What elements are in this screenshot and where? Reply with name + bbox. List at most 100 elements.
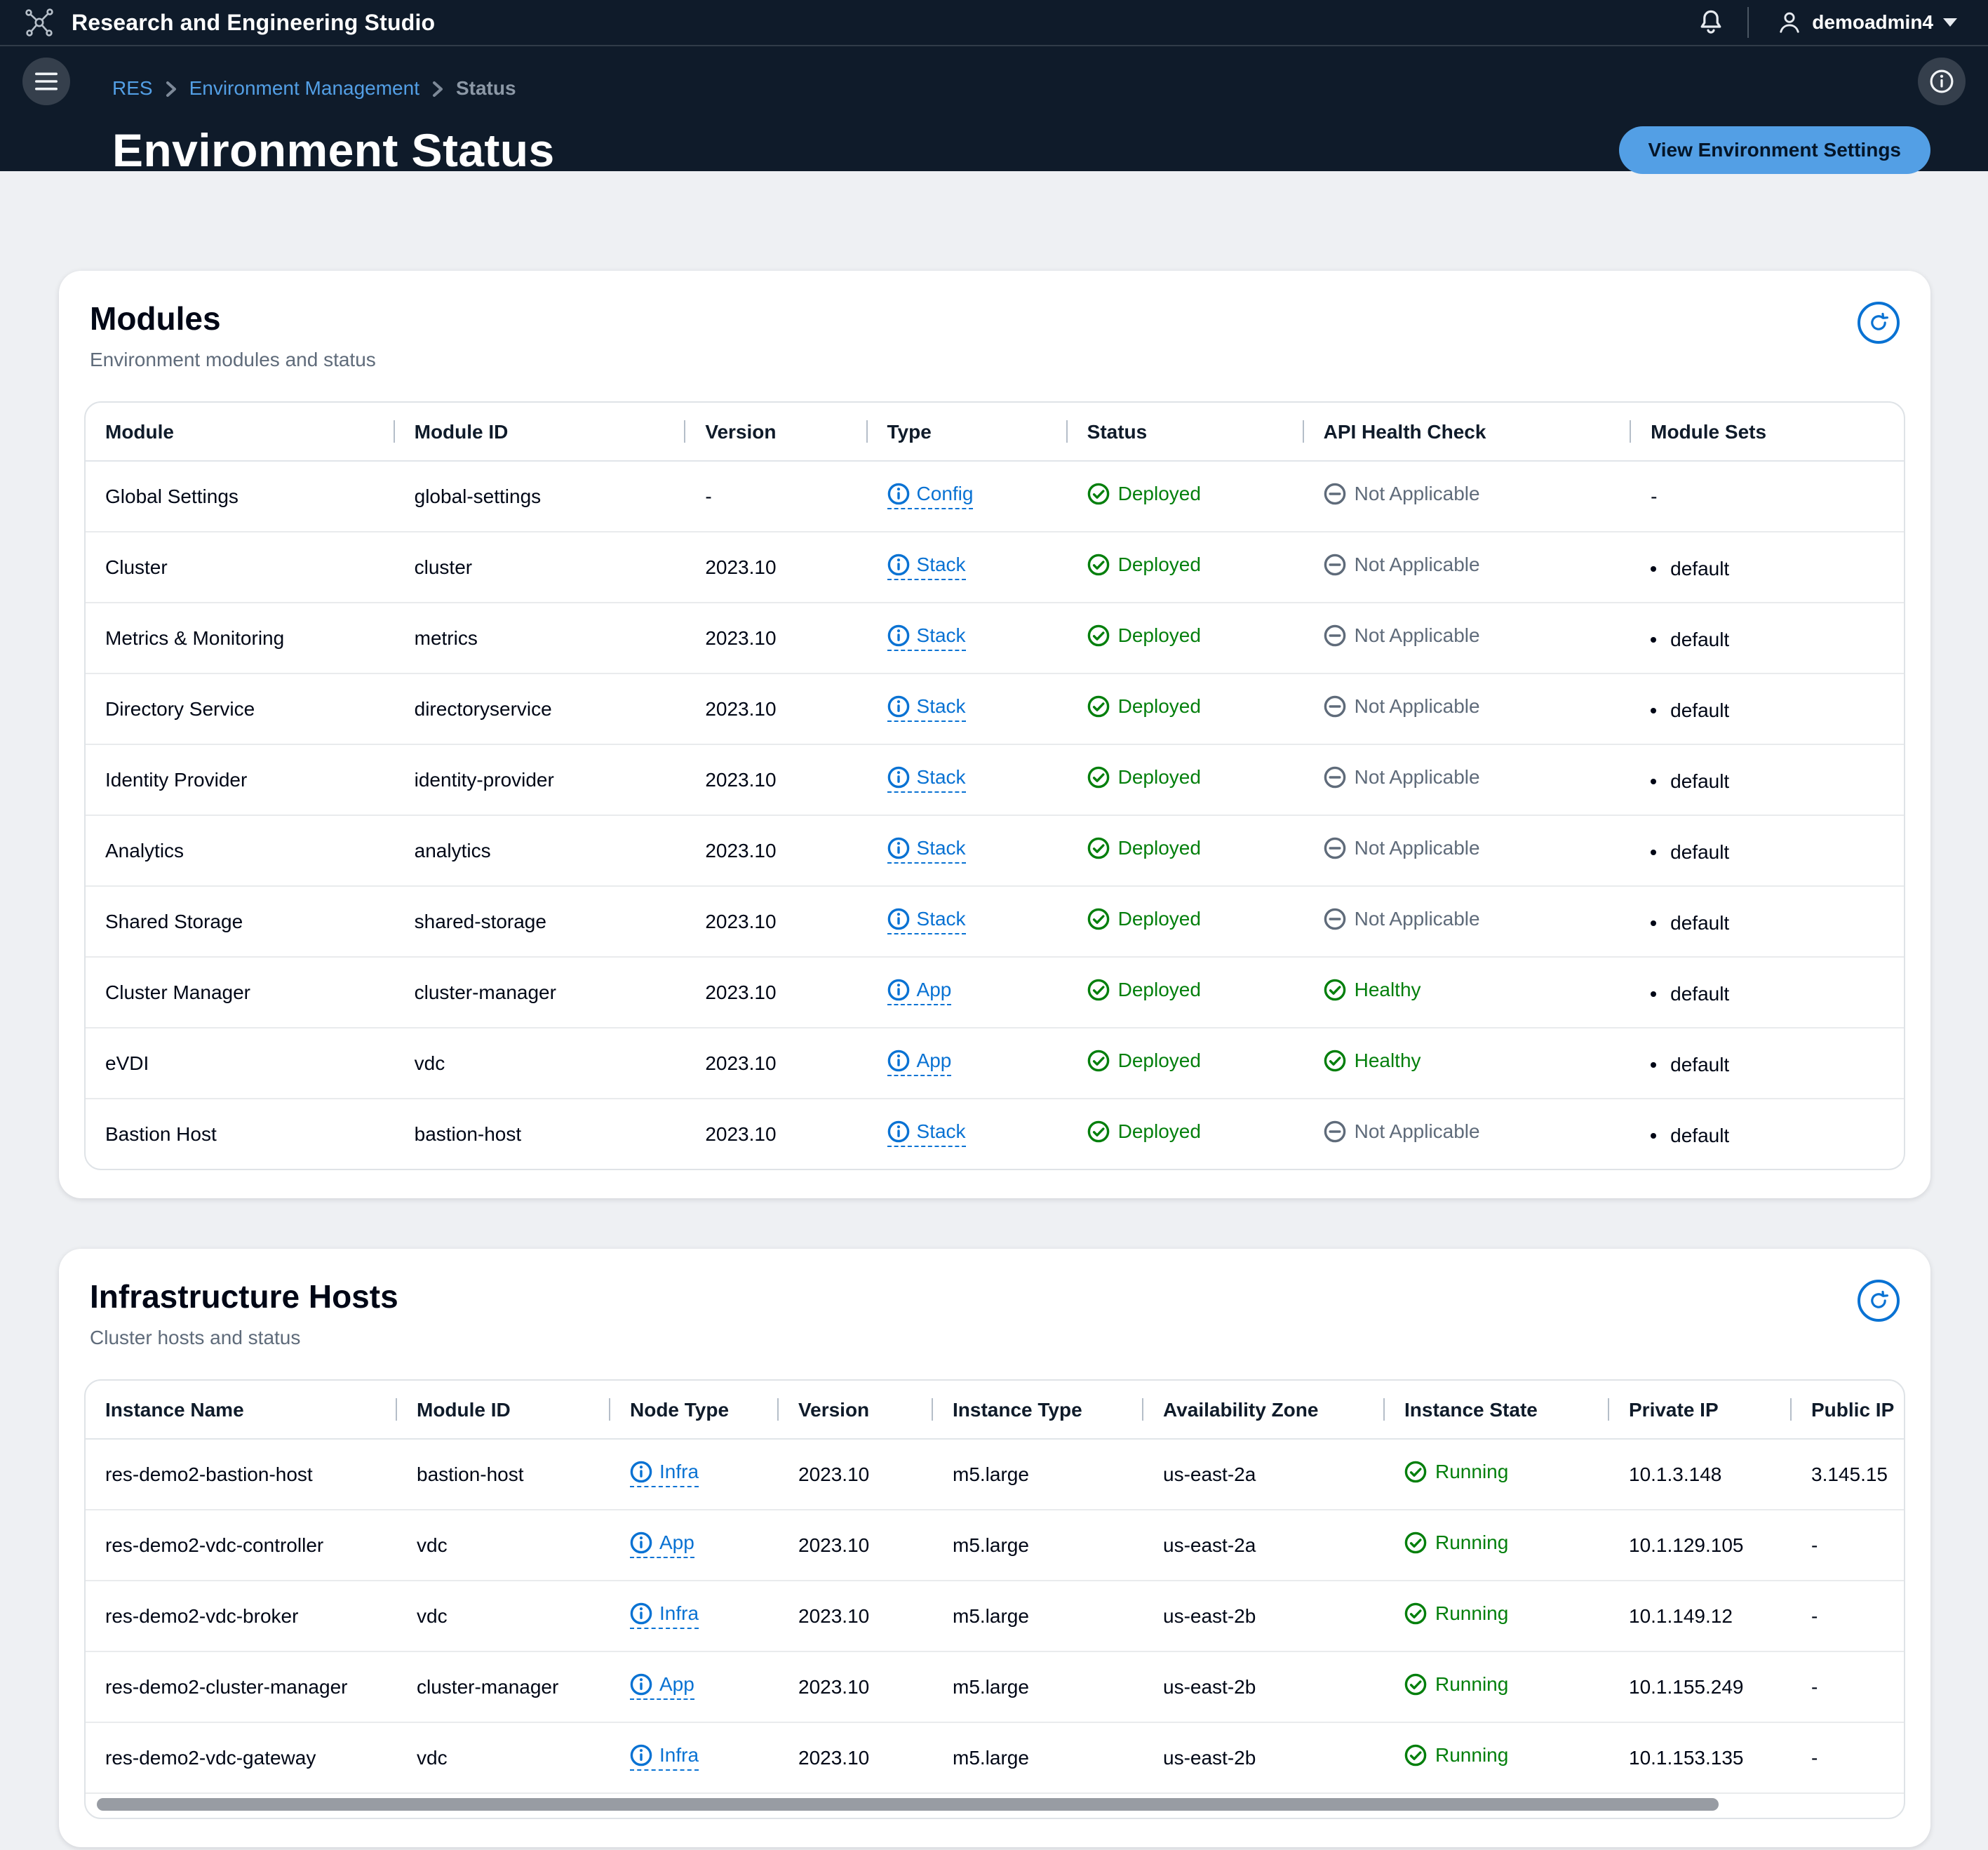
cell-text: us-east-2a bbox=[1163, 1534, 1256, 1556]
info-link[interactable]: Config bbox=[887, 483, 974, 509]
status-indicator: Deployed bbox=[1087, 1050, 1201, 1072]
cell-text: vdc bbox=[417, 1604, 448, 1627]
cell-text: shared-storage bbox=[414, 910, 546, 932]
table-cell: Deployed bbox=[1067, 532, 1304, 603]
info-link[interactable]: Infra bbox=[630, 1744, 699, 1771]
table-cell: 2023.10 bbox=[685, 673, 868, 745]
info-link[interactable]: App bbox=[887, 979, 952, 1005]
user-menu-button[interactable]: demoadmin4 bbox=[1768, 8, 1966, 36]
app-title: Research and Engineering Studio bbox=[72, 9, 436, 35]
table-cell: res-demo2-bastion-host bbox=[86, 1439, 397, 1510]
cell-text: bastion-host bbox=[417, 1463, 524, 1485]
cell-text: res-demo2-cluster-manager bbox=[105, 1675, 348, 1698]
table-cell: - bbox=[685, 461, 868, 532]
table-cell: Not Applicable bbox=[1303, 603, 1632, 674]
notifications-button[interactable] bbox=[1694, 6, 1728, 39]
bell-icon bbox=[1697, 8, 1725, 36]
info-link[interactable]: Stack bbox=[887, 624, 966, 651]
table-cell: cluster bbox=[394, 532, 686, 603]
status-indicator: Deployed bbox=[1087, 979, 1201, 1001]
table-cell: Not Applicable bbox=[1303, 532, 1632, 603]
modules-card-title: Modules bbox=[90, 300, 221, 337]
column-header: Private IP bbox=[1609, 1381, 1792, 1440]
cell-text: 2023.10 bbox=[705, 697, 777, 720]
table-cell: Metrics & Monitoring bbox=[86, 603, 395, 674]
cell-text: identity-provider bbox=[414, 768, 554, 791]
top-navigation-bar: Research and Engineering Studio demoadmi… bbox=[0, 0, 1988, 46]
table-cell: default bbox=[1631, 815, 1904, 887]
column-header: Module ID bbox=[394, 403, 686, 462]
cell-text: us-east-2a bbox=[1163, 1463, 1256, 1485]
column-header: Module ID bbox=[397, 1381, 610, 1440]
info-link[interactable]: Stack bbox=[887, 837, 966, 864]
horizontal-scrollbar-thumb[interactable] bbox=[97, 1798, 1719, 1811]
cell-text: vdc bbox=[414, 1052, 445, 1074]
table-cell: Directory Service bbox=[86, 673, 395, 745]
table-row: res-demo2-vdc-controller vdc App 2023.10 m5.… bbox=[86, 1510, 1904, 1581]
table-cell: - bbox=[1792, 1581, 1904, 1652]
side-nav-toggle-button[interactable] bbox=[22, 58, 70, 105]
info-link[interactable]: App bbox=[630, 1531, 694, 1558]
table-cell: Running bbox=[1385, 1510, 1609, 1581]
table-cell: Bastion Host bbox=[86, 1099, 395, 1169]
cell-text: Shared Storage bbox=[105, 910, 243, 932]
cell-text: res-demo2-vdc-gateway bbox=[105, 1746, 316, 1769]
info-icon bbox=[887, 979, 909, 1001]
status-indicator: Healthy bbox=[1324, 979, 1421, 1001]
table-cell: us-east-2a bbox=[1143, 1439, 1385, 1510]
breadcrumb-link-res[interactable]: RES bbox=[112, 74, 153, 102]
info-link[interactable]: Stack bbox=[887, 1120, 966, 1147]
cell-text: - bbox=[1811, 1746, 1818, 1769]
breadcrumb-link-environment-management[interactable]: Environment Management bbox=[189, 74, 419, 102]
table-cell: metrics bbox=[394, 603, 686, 674]
status-indicator: Not Applicable bbox=[1324, 624, 1480, 647]
info-link[interactable]: Infra bbox=[630, 1602, 699, 1629]
table-row: Metrics & Monitoring metrics 2023.10 Stack D… bbox=[86, 603, 1904, 674]
cell-text: eVDI bbox=[105, 1052, 149, 1074]
table-cell: res-demo2-vdc-broker bbox=[86, 1581, 397, 1652]
modules-table: Module Module ID Version Type Status API Heal… bbox=[86, 403, 1904, 1169]
table-row: Directory Service directoryservice 2023.10… bbox=[86, 673, 1904, 745]
table-cell: analytics bbox=[394, 815, 686, 887]
table-row: Shared Storage shared-storage 2023.10 Stack… bbox=[86, 886, 1904, 958]
cell-text: 3.145.15 bbox=[1811, 1463, 1888, 1485]
column-header: Node Type bbox=[610, 1381, 779, 1440]
info-icon bbox=[887, 908, 909, 930]
table-cell: default bbox=[1631, 744, 1904, 816]
cell-text: vdc bbox=[417, 1746, 448, 1769]
info-icon bbox=[887, 483, 909, 505]
cell-text: bastion-host bbox=[414, 1122, 522, 1145]
info-panel-button[interactable] bbox=[1918, 58, 1966, 105]
modules-refresh-button[interactable] bbox=[1858, 302, 1900, 344]
info-link[interactable]: Infra bbox=[630, 1461, 699, 1487]
view-environment-settings-button[interactable]: View Environment Settings bbox=[1618, 126, 1930, 174]
info-link[interactable]: App bbox=[630, 1673, 694, 1700]
bullet-icon bbox=[1651, 708, 1657, 713]
table-cell: Global Settings bbox=[86, 461, 395, 532]
table-cell: vdc bbox=[394, 1028, 686, 1099]
hosts-refresh-button[interactable] bbox=[1858, 1280, 1900, 1322]
cell-text: m5.large bbox=[953, 1746, 1029, 1769]
bullet-icon bbox=[1651, 850, 1657, 855]
info-link[interactable]: Stack bbox=[887, 908, 966, 934]
page-header: RES Environment Management Status Enviro… bbox=[0, 46, 1988, 181]
status-indicator: Deployed bbox=[1087, 908, 1201, 930]
status-indicator: Not Applicable bbox=[1324, 554, 1480, 576]
table-cell: Deployed bbox=[1067, 744, 1304, 816]
table-cell: 10.1.129.105 bbox=[1609, 1510, 1792, 1581]
table-cell: us-east-2b bbox=[1143, 1722, 1385, 1794]
table-cell: App bbox=[867, 1028, 1068, 1099]
cell-text: 10.1.153.135 bbox=[1629, 1746, 1744, 1769]
table-cell: Not Applicable bbox=[1303, 744, 1632, 816]
info-link[interactable]: Stack bbox=[887, 766, 966, 793]
module-set-item: default bbox=[1651, 629, 1729, 651]
info-link[interactable]: Stack bbox=[887, 695, 966, 722]
info-link[interactable]: App bbox=[887, 1050, 952, 1076]
table-cell: Deployed bbox=[1067, 673, 1304, 745]
cell-text: m5.large bbox=[953, 1463, 1029, 1485]
info-link[interactable]: Stack bbox=[887, 554, 966, 580]
hosts-horizontal-scrollbar bbox=[86, 1794, 1904, 1818]
table-cell: 2023.10 bbox=[779, 1722, 933, 1794]
info-icon bbox=[887, 695, 909, 718]
column-header: Availability Zone bbox=[1143, 1381, 1385, 1440]
